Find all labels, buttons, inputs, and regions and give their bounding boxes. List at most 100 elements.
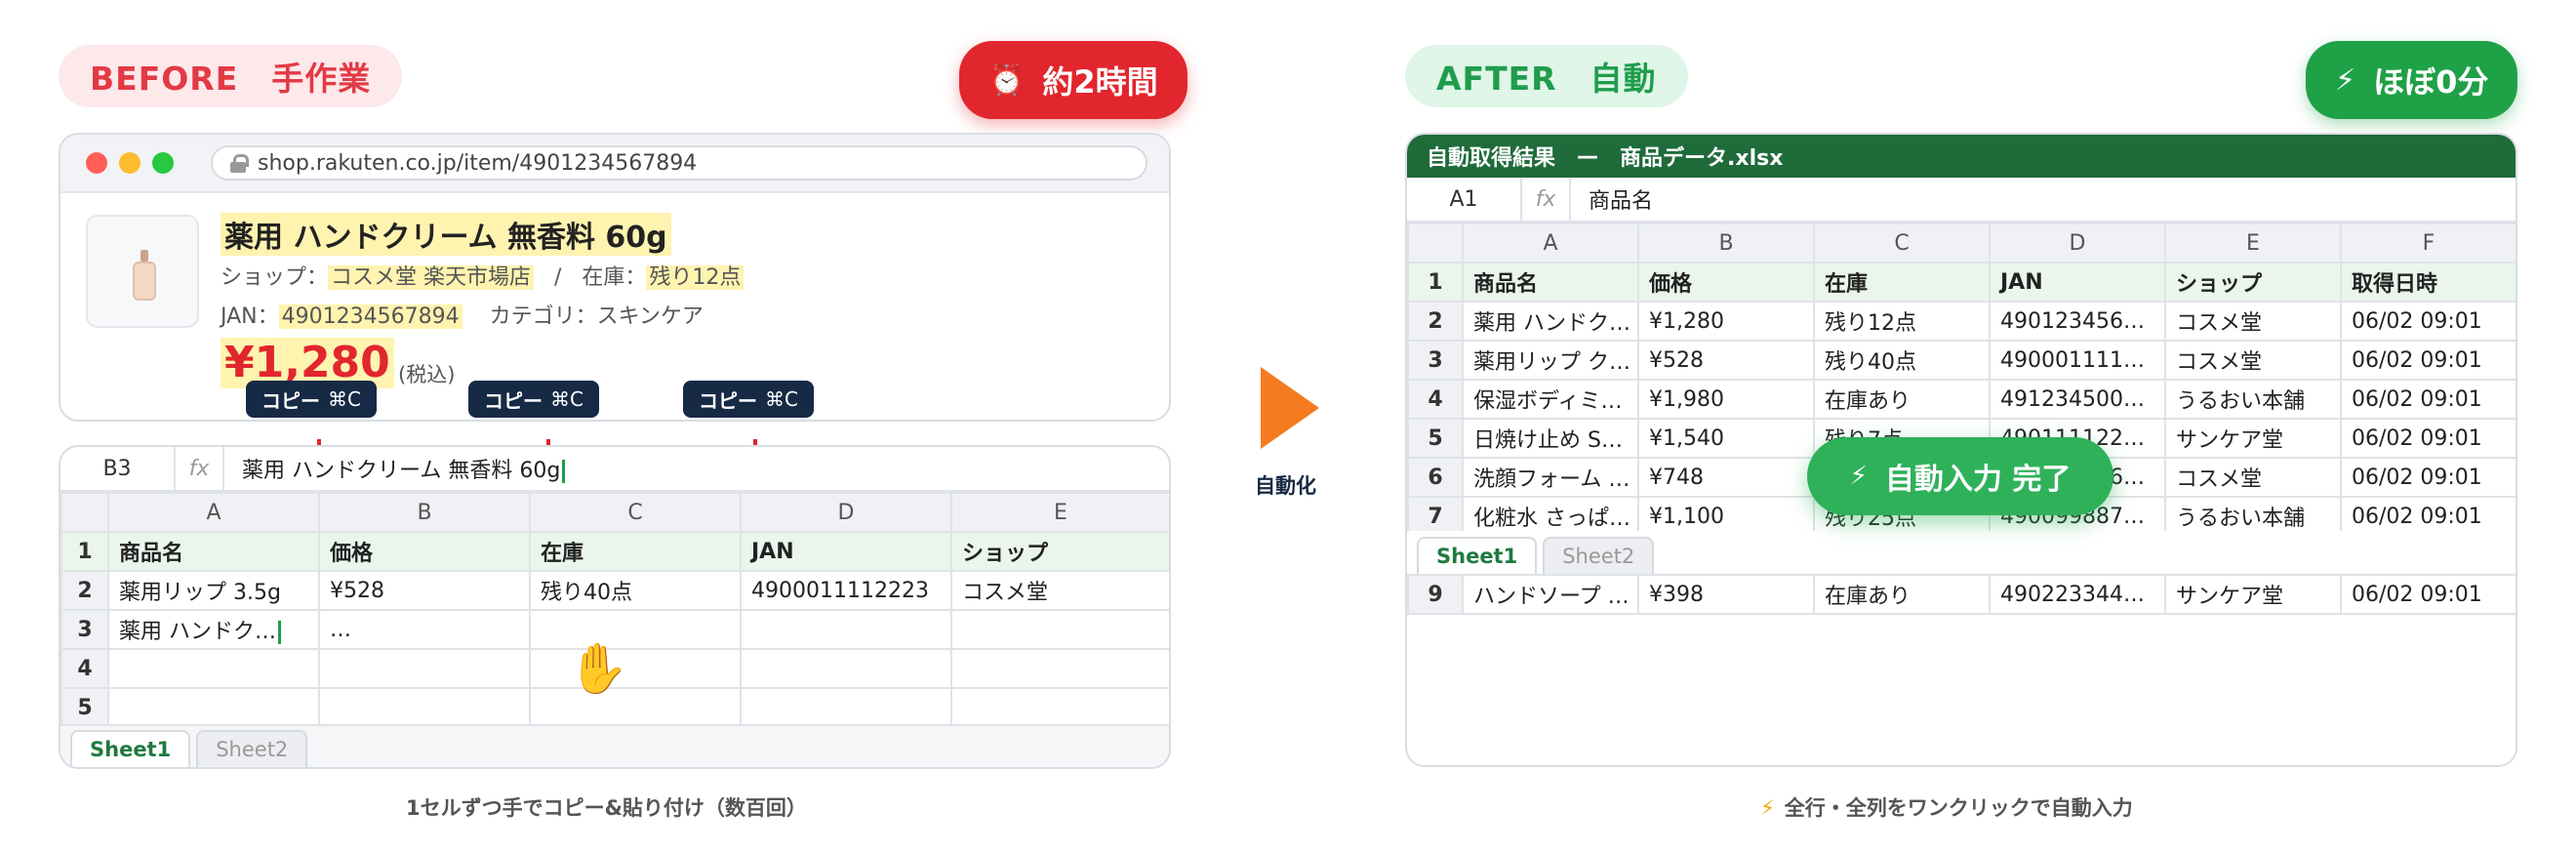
cell[interactable]: コスメ堂 — [950, 570, 1169, 611]
column-header[interactable]: D — [1989, 223, 2166, 263]
cell[interactable] — [529, 687, 742, 728]
cell[interactable]: 価格 — [1637, 262, 1815, 303]
formula-input[interactable]: 商品名 — [1571, 183, 1653, 215]
row-header[interactable]: 2 — [1407, 301, 1464, 342]
column-header[interactable]: A — [1462, 223, 1639, 263]
cell[interactable]: 在庫 — [1813, 262, 1991, 303]
cell[interactable]: ¥1,280 — [1637, 301, 1815, 342]
cell[interactable]: 残り40点 — [529, 570, 742, 611]
row-header[interactable]: 5 — [60, 687, 109, 728]
cell[interactable]: 在庫あり — [1813, 574, 1991, 615]
cell[interactable]: うるおい本舗 — [2164, 379, 2342, 420]
formula-input[interactable]: 薬用 ハンドクリーム 無香料 60g — [224, 453, 566, 484]
cell[interactable]: うるおい本舗 — [2164, 496, 2342, 537]
cell[interactable] — [740, 687, 952, 728]
cell[interactable]: 価格 — [318, 531, 531, 572]
cell[interactable]: 在庫あり — [1813, 379, 1991, 420]
cell[interactable] — [740, 648, 952, 689]
cell[interactable]: サンケア堂 — [2164, 574, 2342, 615]
column-header[interactable]: B — [1637, 223, 1815, 263]
row-header[interactable]: 1 — [1407, 262, 1464, 303]
cell[interactable] — [529, 648, 742, 689]
row-header[interactable]: 7 — [1407, 496, 1464, 537]
cell[interactable]: 保湿ボディミ… — [1462, 379, 1639, 420]
cell[interactable]: コスメ堂 — [2164, 340, 2342, 381]
column-header[interactable]: D — [740, 492, 952, 533]
cell[interactable]: 06/02 09:01 — [2340, 496, 2516, 537]
cell[interactable]: ショップ — [950, 531, 1169, 572]
column-header[interactable]: C — [529, 492, 742, 533]
cell[interactable]: 06/02 09:01 — [2340, 457, 2516, 498]
cell[interactable]: JAN — [1989, 262, 2166, 303]
cell[interactable]: ショップ — [2164, 262, 2342, 303]
column-header[interactable]: E — [950, 492, 1169, 533]
cell[interactable]: ¥398 — [1637, 574, 1815, 615]
cell[interactable]: 薬用 ハンドク… — [1462, 301, 1639, 342]
cell[interactable]: ハンドソープ … — [1462, 574, 1639, 615]
cell[interactable]: 残り40点 — [1813, 340, 1991, 381]
row-header[interactable]: 4 — [1407, 379, 1464, 420]
cell[interactable] — [740, 609, 952, 650]
cell[interactable]: 在庫 — [529, 531, 742, 572]
cell[interactable]: 商品名 — [1462, 262, 1639, 303]
tab-sheet2[interactable]: Sheet2 — [1543, 537, 1655, 574]
cell[interactable]: コスメ堂 — [2164, 301, 2342, 342]
cell[interactable]: JAN — [740, 531, 952, 572]
row-header[interactable]: 3 — [1407, 340, 1464, 381]
cell[interactable]: ¥748 — [1637, 457, 1815, 498]
cell[interactable]: 薬用リップ 3.5g — [107, 570, 320, 611]
column-header[interactable]: A — [107, 492, 320, 533]
cell-reference[interactable]: A1 — [1407, 178, 1522, 221]
cell[interactable] — [107, 648, 320, 689]
tab-sheet2[interactable]: Sheet2 — [196, 730, 308, 767]
cell[interactable]: 06/02 09:01 — [2340, 340, 2516, 381]
minimize-window-button[interactable] — [119, 152, 141, 174]
row-header[interactable]: 5 — [1407, 418, 1464, 459]
cell[interactable] — [107, 687, 320, 728]
column-header[interactable]: F — [2340, 223, 2516, 263]
address-bar[interactable]: shop.rakuten.co.jp/item/4901234567894 — [211, 145, 1147, 181]
cell[interactable] — [529, 609, 742, 650]
cell[interactable] — [950, 648, 1169, 689]
cell[interactable]: 4900011112223 — [740, 570, 952, 611]
cell[interactable]: 06/02 09:01 — [2340, 418, 2516, 459]
cell[interactable]: 06/02 09:01 — [2340, 301, 2516, 342]
row-header[interactable]: 2 — [60, 570, 109, 611]
cell[interactable]: コスメ堂 — [2164, 457, 2342, 498]
cell[interactable]: ¥528 — [318, 570, 531, 611]
cell[interactable]: 取得日時 — [2340, 262, 2516, 303]
cell[interactable]: 化粧水 さっぱ… — [1462, 496, 1639, 537]
cell[interactable] — [318, 687, 531, 728]
cell[interactable]: 06/02 09:01 — [2340, 574, 2516, 615]
cell[interactable]: 薬用リップ ク… — [1462, 340, 1639, 381]
cell[interactable]: ¥1,980 — [1637, 379, 1815, 420]
cell[interactable] — [950, 609, 1169, 650]
cell[interactable]: ¥528 — [1637, 340, 1815, 381]
close-window-button[interactable] — [86, 152, 107, 174]
cell[interactable]: 06/02 09:01 — [2340, 379, 2516, 420]
cell[interactable]: ¥1,100 — [1637, 496, 1815, 537]
row-header[interactable]: 9 — [1407, 574, 1464, 615]
column-header[interactable]: C — [1813, 223, 1991, 263]
cell[interactable]: 洗顔フォーム … — [1462, 457, 1639, 498]
cell[interactable]: 残り12点 — [1813, 301, 1991, 342]
cell[interactable]: 491234500… — [1989, 379, 2166, 420]
tab-sheet1[interactable]: Sheet1 — [1417, 537, 1538, 574]
tab-sheet1[interactable]: Sheet1 — [70, 730, 191, 767]
row-header[interactable]: 6 — [1407, 457, 1464, 498]
cell[interactable]: … — [318, 609, 531, 650]
cell[interactable]: 日焼け止め S… — [1462, 418, 1639, 459]
cell[interactable] — [950, 687, 1169, 728]
row-header[interactable]: 1 — [60, 531, 109, 572]
row-header[interactable]: 3 — [60, 609, 109, 650]
cell[interactable]: 商品名 — [107, 531, 320, 572]
cell[interactable] — [318, 648, 531, 689]
cell[interactable]: ¥1,540 — [1637, 418, 1815, 459]
select-all-corner[interactable] — [60, 492, 109, 533]
cell[interactable]: 490123456… — [1989, 301, 2166, 342]
select-all-corner[interactable] — [1407, 223, 1464, 263]
active-cell[interactable]: 薬用 ハンドク… — [107, 609, 320, 650]
maximize-window-button[interactable] — [152, 152, 174, 174]
cell[interactable]: サンケア堂 — [2164, 418, 2342, 459]
row-header[interactable]: 4 — [60, 648, 109, 689]
